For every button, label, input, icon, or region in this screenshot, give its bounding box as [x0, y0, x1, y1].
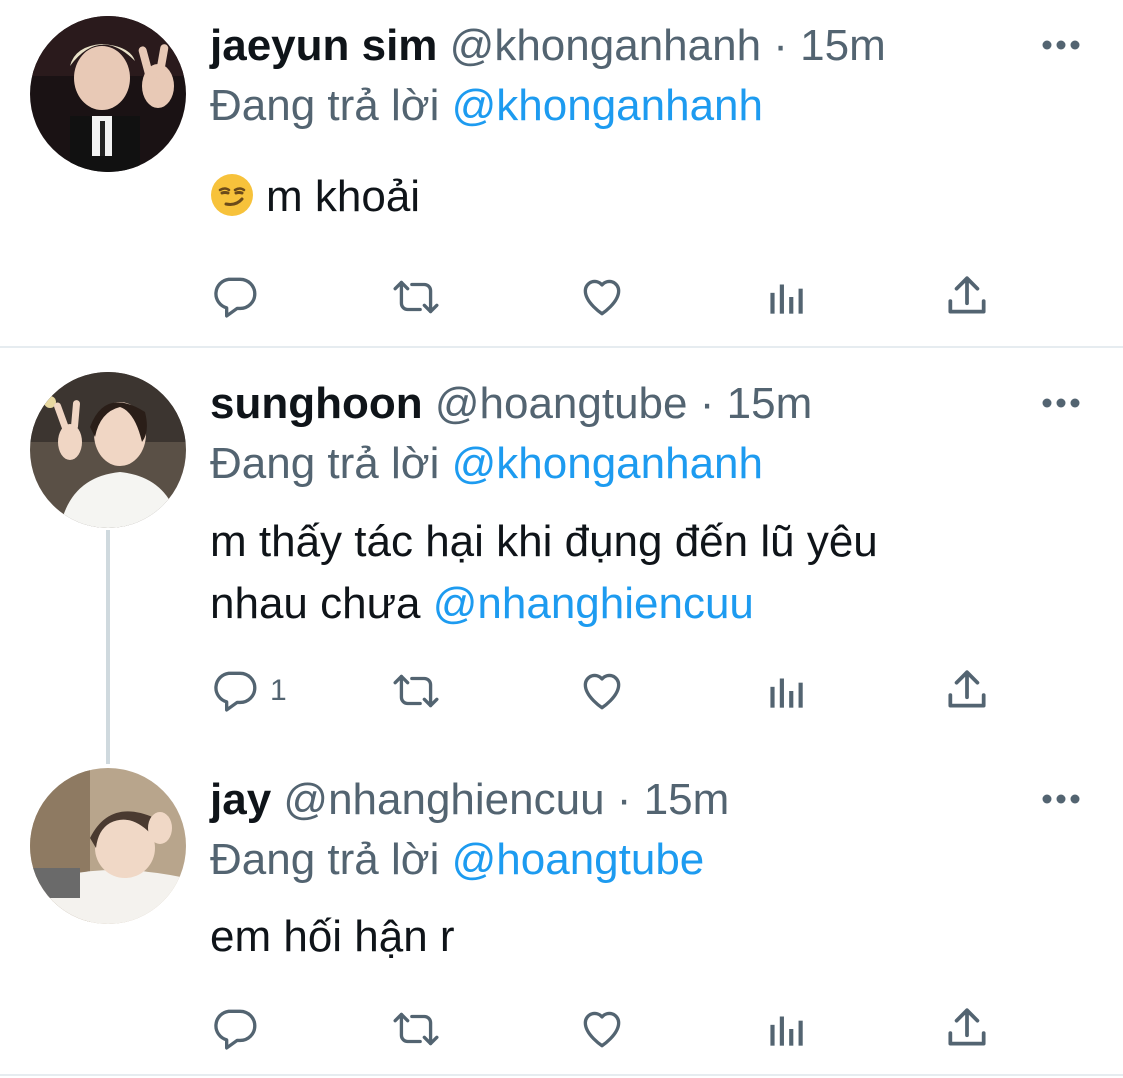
reply-icon	[214, 277, 257, 318]
tweet-text-content: m khoải	[266, 172, 421, 221]
avatar-image-icon	[30, 768, 186, 924]
retweet-icon	[393, 1012, 439, 1046]
display-name[interactable]: sunghoon	[210, 379, 423, 428]
retweet-button[interactable]	[386, 1004, 446, 1054]
heart-icon	[583, 673, 621, 710]
display-name[interactable]: jaeyun sim	[210, 21, 437, 70]
more-options-icon[interactable]	[1041, 39, 1081, 51]
heart-icon	[583, 279, 621, 316]
tweet-mention[interactable]: @nhanghiencuu	[433, 579, 754, 628]
handle[interactable]: @khonganhanh	[450, 21, 761, 70]
like-button[interactable]	[577, 272, 627, 322]
more-options-icon[interactable]	[1041, 793, 1081, 805]
share-icon	[948, 276, 986, 314]
reply-to-mention[interactable]: @khonganhanh	[452, 81, 763, 130]
separator: ·	[616, 775, 632, 824]
replying-to: Đang trả lời @hoangtube	[210, 834, 704, 886]
retweet-icon	[393, 280, 439, 314]
action-bar	[210, 1004, 1010, 1054]
smirking-face-icon	[211, 174, 253, 216]
reply-icon	[214, 1009, 257, 1050]
handle[interactable]: @hoangtube	[435, 379, 688, 428]
tweet-text: em hối hận r	[210, 906, 1090, 968]
share-button[interactable]	[942, 1004, 992, 1054]
share-icon	[948, 670, 986, 708]
replying-to: Đang trả lời @khonganhanh	[210, 80, 763, 132]
share-icon	[948, 1008, 986, 1046]
tweet-text: m thấy tác hại khi đụng đến lũ yêu nhau …	[210, 511, 1090, 635]
tweet-header: jay @nhanghiencuu · 15m	[210, 774, 729, 826]
like-button[interactable]	[577, 666, 627, 716]
action-bar: 1	[210, 666, 1010, 716]
tweet-header: sunghoon @hoangtube · 15m	[210, 378, 812, 430]
share-button[interactable]	[942, 666, 992, 716]
avatar[interactable]	[30, 16, 186, 172]
retweet-button[interactable]	[386, 666, 446, 716]
timestamp[interactable]: 15m	[727, 379, 813, 428]
analytics-icon	[770, 678, 803, 708]
share-button[interactable]	[942, 272, 992, 322]
tweet-jay[interactable]: jay @nhanghiencuu · 15m Đang trả lời @ho…	[0, 758, 1123, 1076]
tweet-header: jaeyun sim @khonganhanh · 15m	[210, 20, 886, 72]
tweet-divider	[0, 1074, 1123, 1076]
analytics-icon	[770, 284, 803, 314]
more-options-icon[interactable]	[1041, 397, 1081, 409]
reply-prefix: Đang trả lời	[210, 439, 440, 488]
replying-to: Đang trả lời @khonganhanh	[210, 438, 763, 490]
timestamp[interactable]: 15m	[644, 775, 730, 824]
reply-to-mention[interactable]: @khonganhanh	[452, 439, 763, 488]
heart-icon	[583, 1011, 621, 1048]
avatar-image-icon	[30, 16, 186, 172]
display-name[interactable]: jay	[210, 775, 271, 824]
analytics-icon	[770, 1016, 803, 1046]
separator: ·	[773, 21, 788, 70]
separator: ·	[699, 379, 715, 428]
tweet-text: m khoải	[210, 166, 1090, 228]
reply-icon	[214, 671, 257, 712]
reply-to-mention[interactable]: @hoangtube	[452, 835, 705, 884]
tweet-sunghoon[interactable]: sunghoon @hoangtube · 15m Đang trả lời @…	[0, 348, 1123, 758]
timestamp[interactable]: 15m	[800, 21, 886, 70]
action-bar	[210, 272, 1010, 322]
reply-button[interactable]	[210, 272, 270, 322]
avatar[interactable]	[30, 372, 186, 528]
tweet-jaeyun[interactable]: jaeyun sim @khonganhanh · 15m Đang trả l…	[0, 0, 1123, 345]
reply-button[interactable]: 1	[210, 666, 287, 716]
reply-prefix: Đang trả lời	[210, 81, 440, 130]
tweet-text-line-1: m thấy tác hại khi đụng đến lũ yêu	[210, 517, 878, 566]
reply-count: 1	[270, 674, 287, 707]
retweet-icon	[393, 674, 439, 708]
reply-button[interactable]	[210, 1004, 270, 1054]
avatar[interactable]	[30, 768, 186, 924]
analytics-button[interactable]	[760, 666, 810, 716]
like-button[interactable]	[577, 1004, 627, 1054]
reply-prefix: Đang trả lời	[210, 835, 440, 884]
tweet-text-plain: nhau chưa	[210, 579, 421, 628]
handle[interactable]: @nhanghiencuu	[283, 775, 604, 824]
analytics-button[interactable]	[760, 1004, 810, 1054]
retweet-button[interactable]	[386, 272, 446, 322]
analytics-button[interactable]	[760, 272, 810, 322]
tweet-text-content: em hối hận r	[210, 912, 455, 961]
tweet-text-line-2: nhau chưa @nhanghiencuu	[210, 573, 1090, 635]
avatar-image-icon	[30, 372, 186, 528]
